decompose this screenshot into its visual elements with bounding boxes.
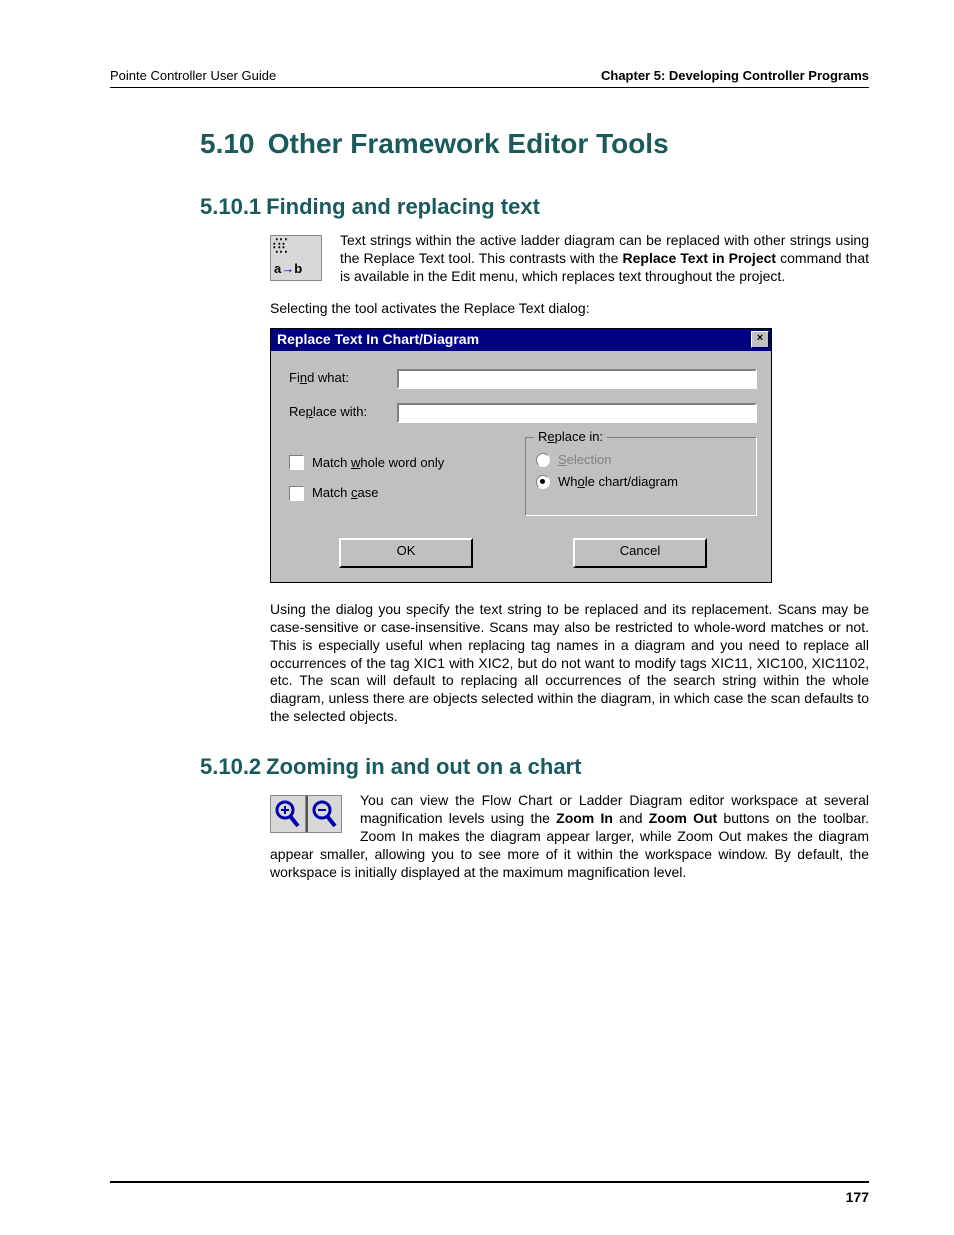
replace-text-dialog: Replace Text In Chart/Diagram × Find wha… — [270, 328, 772, 583]
close-icon: × — [757, 332, 763, 344]
paragraph: You can view the Flow Chart or Ladder Di… — [270, 792, 869, 882]
body-block: You can view the Flow Chart or Ladder Di… — [270, 792, 869, 882]
header-left: Pointe Controller User Guide — [110, 68, 276, 83]
page-header: Pointe Controller User Guide Chapter 5: … — [110, 68, 869, 88]
replace-in-groupbox: Replace in: Selection Whole chart/diagra… — [525, 437, 757, 516]
groupbox-legend: Replace in: — [534, 429, 607, 446]
page-number: 177 — [110, 1181, 869, 1205]
selection-radio-label: Selection — [558, 452, 611, 469]
find-what-label: Find what: — [289, 370, 397, 387]
dialog-titlebar[interactable]: Replace Text In Chart/Diagram × — [271, 329, 771, 351]
match-whole-word-checkbox[interactable] — [289, 455, 304, 470]
zoom-in-icon — [270, 795, 306, 833]
paragraph: Using the dialog you specify the text st… — [270, 601, 869, 726]
subsection-number: 5.10.1 — [200, 194, 260, 220]
body-block: ∴∵∵∴ a→b Text strings within the active … — [270, 232, 869, 726]
ok-button[interactable]: OK — [339, 538, 473, 568]
content-area: 5.10 Other Framework Editor Tools 5.10.1… — [200, 128, 869, 882]
replace-text-icon: ∴∵∵∴ a→b — [270, 235, 322, 281]
replace-with-label: Replace with: — [289, 404, 397, 421]
zoom-out-icon — [306, 795, 342, 833]
subsection-title: Zooming in and out on a chart — [266, 754, 581, 779]
dialog-title: Replace Text In Chart/Diagram — [277, 331, 479, 349]
subsection-heading: 5.10.1 Finding and replacing text — [200, 194, 869, 220]
dialog-body: Find what: Replace with: Match whole wor… — [271, 351, 771, 582]
match-case-label: Match case — [312, 485, 378, 502]
whole-chart-radio[interactable] — [536, 475, 550, 489]
subsection-number: 5.10.2 — [200, 754, 260, 780]
find-what-input[interactable] — [397, 369, 757, 389]
replace-with-input[interactable] — [397, 403, 757, 423]
cancel-button[interactable]: Cancel — [573, 538, 707, 568]
subsection-title: Finding and replacing text — [266, 194, 540, 219]
match-whole-word-label: Match whole word only — [312, 455, 444, 472]
selection-radio — [536, 453, 550, 467]
zoom-icons — [270, 795, 342, 833]
close-button[interactable]: × — [751, 331, 769, 348]
section-number: 5.10 — [200, 128, 260, 160]
match-case-checkbox[interactable] — [289, 486, 304, 501]
header-right: Chapter 5: Developing Controller Program… — [601, 68, 869, 83]
page: Pointe Controller User Guide Chapter 5: … — [0, 0, 954, 1235]
paragraph: Text strings within the active ladder di… — [270, 232, 869, 286]
section-heading: 5.10 Other Framework Editor Tools — [200, 128, 869, 160]
section-title: Other Framework Editor Tools — [268, 128, 669, 159]
subsection-heading: 5.10.2 Zooming in and out on a chart — [200, 754, 869, 780]
paragraph: Selecting the tool activates the Replace… — [270, 300, 869, 318]
whole-chart-radio-label: Whole chart/diagram — [558, 474, 678, 491]
